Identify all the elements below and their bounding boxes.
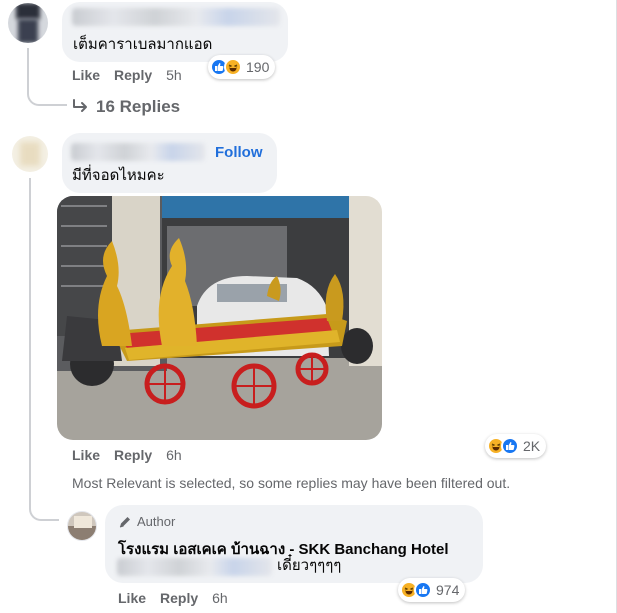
haha-icon bbox=[224, 58, 242, 76]
like-button[interactable]: Like bbox=[72, 447, 100, 463]
author-badge: Author bbox=[118, 514, 175, 529]
timestamp[interactable]: 5h bbox=[166, 67, 182, 83]
comment-text: มีที่จอดไหมคะ bbox=[72, 167, 165, 184]
timestamp[interactable]: 6h bbox=[166, 447, 182, 463]
comment-actions: Like Reply 6h bbox=[72, 447, 182, 463]
reactions-summary[interactable]: 2K bbox=[485, 434, 547, 458]
reply-text: เดี๋ยวๆๆๆๆ bbox=[277, 557, 342, 574]
like-button[interactable]: Like bbox=[72, 67, 100, 83]
mention-redacted[interactable] bbox=[117, 558, 272, 576]
follow-button[interactable]: Follow bbox=[215, 144, 263, 161]
reply-button[interactable]: Reply bbox=[114, 67, 152, 83]
view-replies-link[interactable]: 16 Replies bbox=[72, 97, 180, 117]
thread-connector bbox=[27, 88, 67, 106]
reaction-count: 190 bbox=[246, 59, 270, 75]
reply-button[interactable]: Reply bbox=[114, 447, 152, 463]
comments-section: เต็มคาราเบลมากแอด Like Reply 5h 190 16 R… bbox=[0, 0, 617, 613]
comment-actions: Like Reply 5h bbox=[72, 67, 182, 83]
thread-line bbox=[27, 48, 29, 88]
reply-actions: Like Reply 6h bbox=[118, 590, 228, 606]
like-icon bbox=[501, 437, 519, 455]
avatar[interactable] bbox=[8, 3, 48, 43]
reply-button[interactable]: Reply bbox=[160, 590, 198, 606]
reactions-summary[interactable]: 190 bbox=[208, 55, 276, 79]
like-icon bbox=[414, 581, 432, 599]
replies-count-label: 16 Replies bbox=[96, 97, 181, 116]
avatar[interactable] bbox=[67, 511, 97, 541]
reply-arrow-icon bbox=[73, 99, 87, 112]
comment-text: เต็มคาราเบลมากแอด bbox=[73, 36, 213, 53]
pencil-icon bbox=[119, 516, 130, 527]
author-badge-label: Author bbox=[137, 514, 176, 529]
like-button[interactable]: Like bbox=[118, 590, 146, 606]
filter-notice: Most Relevant is selected, so some repli… bbox=[72, 475, 511, 491]
thread-line bbox=[29, 178, 31, 503]
reaction-count: 2K bbox=[523, 438, 541, 454]
thread-connector bbox=[29, 503, 59, 521]
reactions-summary[interactable]: 974 bbox=[398, 578, 466, 602]
comment-photo[interactable] bbox=[57, 196, 382, 440]
reaction-count: 974 bbox=[436, 582, 460, 598]
timestamp[interactable]: 6h bbox=[212, 590, 228, 606]
commenter-name-redacted[interactable] bbox=[72, 8, 280, 26]
commenter-name-redacted[interactable] bbox=[71, 143, 205, 161]
avatar[interactable] bbox=[12, 136, 48, 172]
